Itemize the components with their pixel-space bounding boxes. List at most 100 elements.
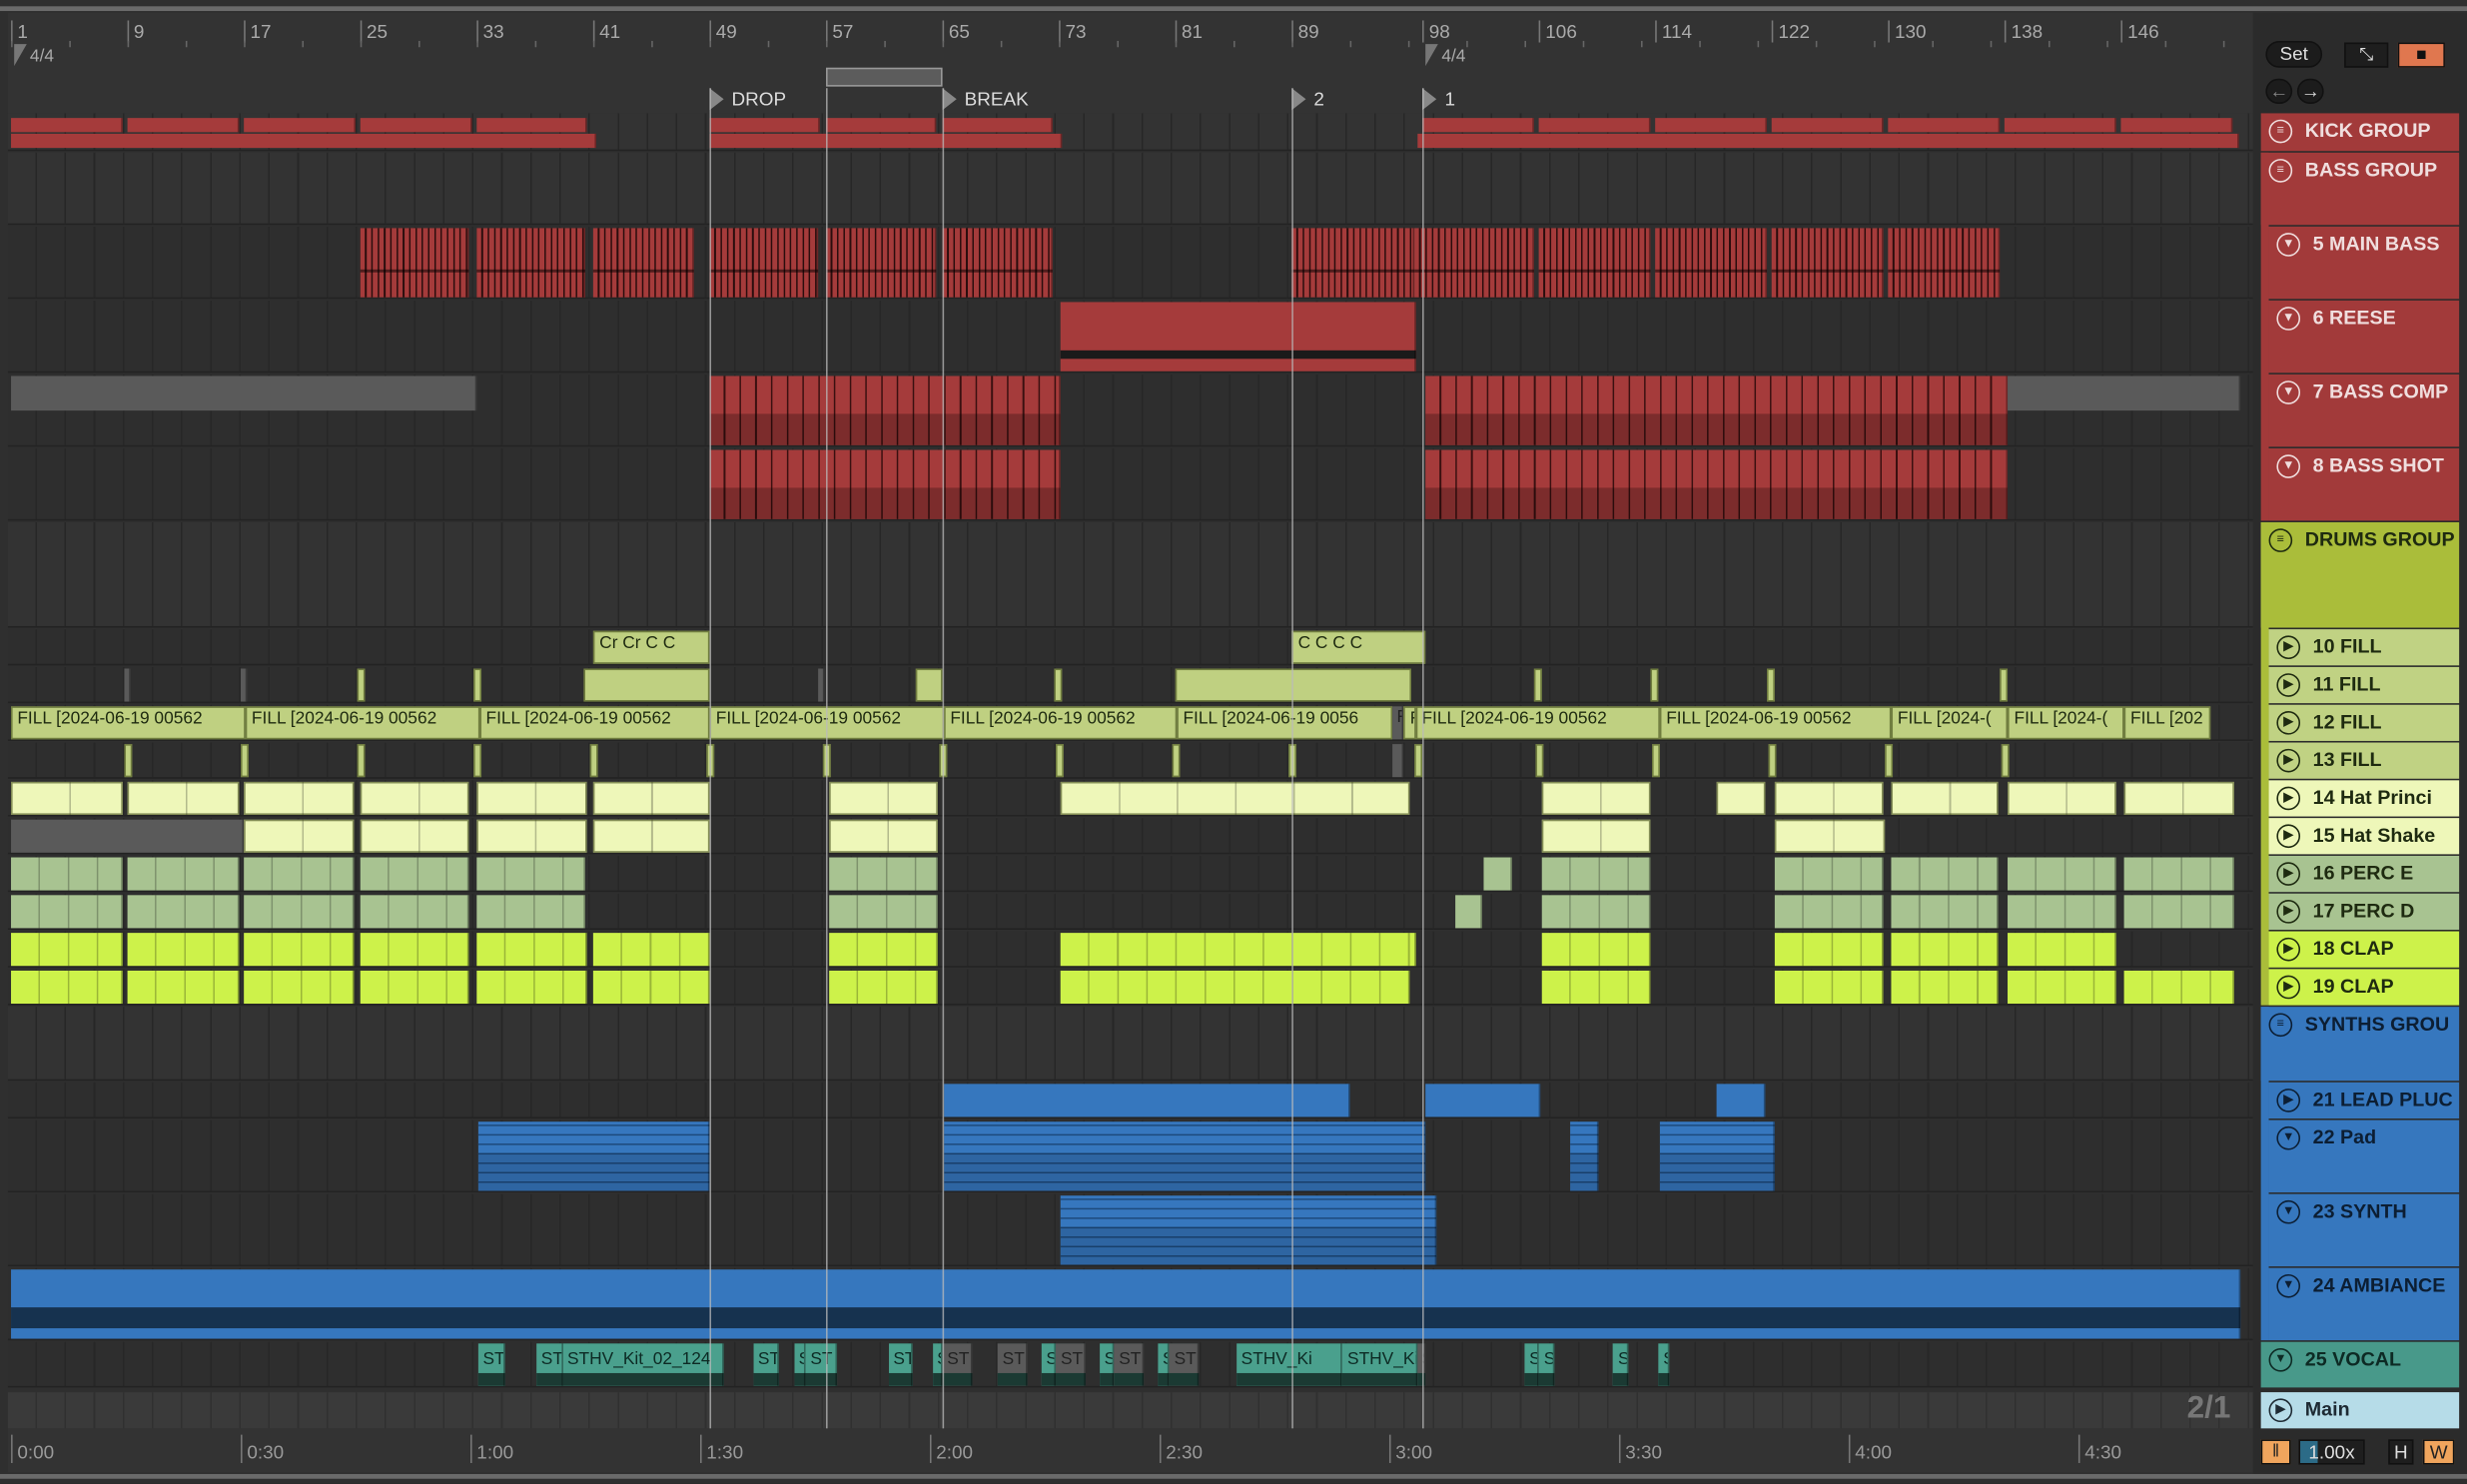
clip[interactable] bbox=[11, 819, 245, 853]
fit-height-button[interactable]: H bbox=[2388, 1439, 2414, 1465]
track-lane[interactable] bbox=[7, 818, 2253, 855]
clip[interactable] bbox=[1538, 118, 1652, 133]
clip[interactable]: ST bbox=[1169, 1343, 1200, 1386]
clip[interactable] bbox=[1885, 744, 1894, 778]
zoom-field[interactable]: 1.00x bbox=[2298, 1439, 2365, 1465]
track-lane[interactable] bbox=[7, 226, 2253, 300]
track-header-19-clap[interactable]: ▶ 19 CLAP bbox=[2268, 969, 2460, 1006]
clip[interactable]: ST bbox=[1056, 1343, 1086, 1386]
fold-triangle-icon[interactable]: ▼ bbox=[2268, 1347, 2293, 1372]
clip[interactable] bbox=[1060, 933, 1416, 967]
clip[interactable]: ST bbox=[942, 1343, 972, 1386]
track-lane[interactable] bbox=[7, 666, 2253, 704]
clip[interactable]: ST bbox=[477, 1343, 504, 1386]
clip[interactable] bbox=[244, 781, 355, 815]
clip[interactable] bbox=[360, 970, 470, 1005]
clip[interactable] bbox=[478, 1121, 710, 1191]
clip[interactable] bbox=[2008, 375, 2241, 411]
clip[interactable] bbox=[1172, 744, 1181, 778]
clip[interactable] bbox=[1889, 228, 2000, 298]
clip[interactable] bbox=[2005, 118, 2116, 133]
previous-locator-icon[interactable]: ← bbox=[2265, 78, 2293, 104]
clip[interactable] bbox=[2002, 744, 2011, 778]
clip[interactable] bbox=[709, 375, 1061, 445]
beat-time-ruler[interactable]: 1 9 17 25 33 41 49 57 65 73 81 89 98 106 114 122 130 138 1… bbox=[7, 12, 2253, 114]
clip[interactable]: S bbox=[1416, 1343, 1426, 1386]
clip[interactable] bbox=[1541, 819, 1652, 853]
play-icon[interactable]: ▶ bbox=[2276, 937, 2301, 962]
locator-2[interactable]: 2 bbox=[1291, 88, 1324, 111]
clip[interactable] bbox=[124, 668, 131, 702]
locator-1[interactable]: 1 bbox=[1422, 88, 1455, 111]
clip[interactable] bbox=[1060, 970, 1410, 1005]
track-header-kick-group[interactable]: ≡ KICK GROUP bbox=[2260, 113, 2460, 152]
clip[interactable] bbox=[592, 781, 710, 815]
track-lane[interactable] bbox=[7, 931, 2253, 968]
clip[interactable] bbox=[589, 744, 598, 778]
clip[interactable]: ST bbox=[536, 1343, 563, 1386]
fit-width-button[interactable]: W bbox=[2422, 1439, 2455, 1465]
clip[interactable]: F bbox=[1391, 706, 1404, 740]
fold-triangle-icon[interactable]: ▼ bbox=[2276, 380, 2301, 404]
track-header-5-main-bass[interactable]: ▼ 5 MAIN BASS bbox=[2268, 226, 2460, 300]
track-header-8-bass-shot[interactable]: ▼ 8 BASS SHOT bbox=[2268, 447, 2460, 521]
clip[interactable] bbox=[11, 933, 124, 967]
clip[interactable] bbox=[1775, 933, 1883, 967]
track-lane[interactable] bbox=[7, 521, 2253, 628]
clip[interactable] bbox=[828, 819, 939, 853]
clip[interactable] bbox=[2008, 970, 2115, 1005]
play-icon[interactable]: ▶ bbox=[2276, 673, 2301, 697]
clip[interactable] bbox=[241, 744, 250, 778]
clip[interactable] bbox=[1425, 449, 2009, 519]
clip[interactable] bbox=[1413, 744, 1422, 778]
group-icon[interactable]: ≡ bbox=[2268, 159, 2293, 183]
track-header-25-vocal[interactable]: ▼ 25 VOCAL bbox=[2260, 1341, 2460, 1388]
clip[interactable]: S bbox=[1613, 1343, 1628, 1386]
track-header-10-fill[interactable]: ▶ 10 FILL bbox=[2268, 629, 2460, 666]
waveform-icon[interactable]: ‖ bbox=[2260, 1439, 2291, 1465]
clip[interactable] bbox=[244, 970, 355, 1005]
clip[interactable] bbox=[127, 118, 240, 133]
track-lane[interactable] bbox=[7, 113, 2253, 152]
clip[interactable] bbox=[709, 133, 1063, 149]
locator-drop[interactable]: DROP bbox=[709, 88, 786, 111]
clip[interactable] bbox=[244, 118, 357, 133]
play-icon[interactable]: ▶ bbox=[2276, 1089, 2301, 1113]
clip[interactable] bbox=[1060, 302, 1416, 371]
clip[interactable] bbox=[828, 781, 939, 815]
track-header-21-lead-pluc[interactable]: ▶ 21 LEAD PLUC bbox=[2268, 1082, 2460, 1119]
clip[interactable] bbox=[11, 857, 124, 891]
automation-arm-icon[interactable]: ⤡ bbox=[2344, 42, 2389, 68]
clip[interactable]: F bbox=[1403, 706, 1416, 740]
group-icon[interactable]: ≡ bbox=[2268, 1013, 2293, 1038]
clip[interactable]: ST bbox=[997, 1343, 1028, 1386]
track-header-14-hat-princi[interactable]: ▶ 14 Hat Princi bbox=[2268, 780, 2460, 817]
fold-triangle-icon[interactable]: ▼ bbox=[2276, 307, 2301, 331]
clip[interactable] bbox=[357, 668, 366, 702]
group-icon[interactable]: ≡ bbox=[2268, 528, 2293, 552]
clip[interactable] bbox=[1772, 118, 1883, 133]
clip[interactable] bbox=[11, 1269, 2241, 1339]
clip[interactable]: C C C C bbox=[1291, 630, 1426, 664]
clip[interactable] bbox=[1425, 1084, 1541, 1117]
clip[interactable] bbox=[1536, 744, 1544, 778]
clip[interactable] bbox=[360, 819, 470, 853]
clip[interactable] bbox=[1649, 668, 1658, 702]
track-lane[interactable]: FILL [2024-06-19 00562 FILL [2024-06-19 0… bbox=[7, 704, 2253, 741]
track-header-16-perc-e[interactable]: ▶ 16 PERC E bbox=[2268, 855, 2460, 893]
clip[interactable] bbox=[244, 895, 355, 929]
locator-break[interactable]: BREAK bbox=[942, 88, 1029, 111]
clip[interactable] bbox=[11, 133, 596, 149]
clip[interactable] bbox=[828, 933, 939, 967]
clip[interactable] bbox=[826, 118, 937, 133]
clip[interactable] bbox=[476, 819, 588, 853]
bottom-scrollbar[interactable] bbox=[0, 1474, 2467, 1479]
clip[interactable]: S bbox=[1524, 1343, 1539, 1386]
clip[interactable] bbox=[818, 668, 826, 702]
track-lane[interactable] bbox=[7, 152, 2253, 226]
play-icon[interactable]: ▶ bbox=[2276, 900, 2301, 924]
clip[interactable]: ST bbox=[1114, 1343, 1144, 1386]
clip[interactable] bbox=[944, 1084, 1350, 1117]
clip[interactable]: STHV_Ki bbox=[1342, 1343, 1417, 1386]
clip[interactable]: STHV_Kit_02_124 bbox=[562, 1343, 724, 1386]
